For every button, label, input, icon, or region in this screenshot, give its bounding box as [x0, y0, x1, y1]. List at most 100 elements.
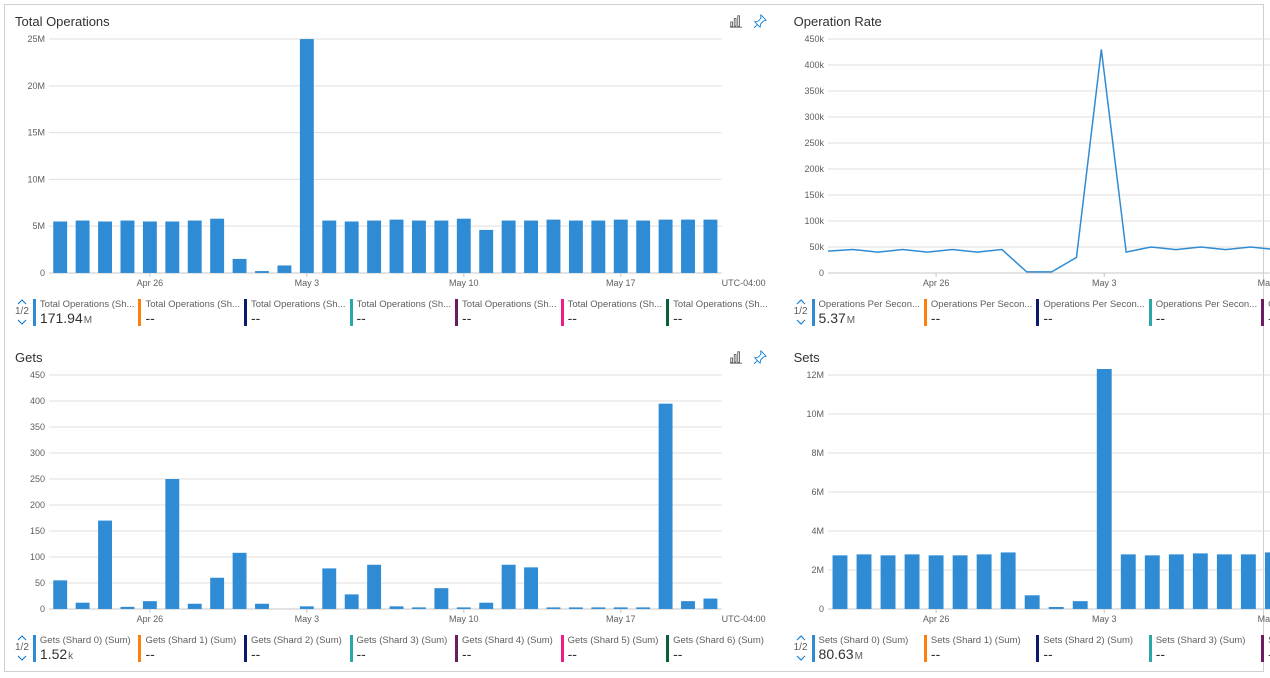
legend-label: Gets (Shard 4) (Sum) [462, 635, 557, 646]
svg-text:50k: 50k [809, 242, 824, 252]
panel-header: Sets [794, 349, 1270, 365]
pin-icon[interactable] [752, 349, 768, 365]
svg-text:UTC-04:00: UTC-04:00 [722, 614, 766, 624]
legend-pager[interactable]: 1/2 [15, 297, 33, 327]
legend-item[interactable]: Gets (Shard 5) (Sum)-- [561, 635, 663, 662]
legend-label: Gets (Shard 6) (Sum) [673, 635, 768, 646]
legend-item[interactable]: Sets (Shard 0) (Sum)80.63M [812, 635, 920, 662]
legend-item[interactable]: Total Operations (Sh...-- [244, 299, 346, 326]
legend-label: Total Operations (Sh... [462, 299, 557, 310]
svg-text:450: 450 [30, 370, 45, 380]
legend-swatch [138, 635, 141, 662]
panel-header: Total Operations [15, 13, 768, 29]
legend-item[interactable]: Operations Per Secon...-- [1036, 299, 1144, 326]
legend-label: Gets (Shard 5) (Sum) [568, 635, 663, 646]
svg-text:May 3: May 3 [1092, 278, 1116, 288]
legend-label: Total Operations (Sh... [40, 299, 135, 310]
legend-pager[interactable]: 1/2 [15, 633, 33, 663]
legend-item[interactable]: Total Operations (Sh...-- [455, 299, 557, 326]
chart-area[interactable]: 02M4M6M8M10M12MApr 26May 3May 10May 17UT… [794, 369, 1270, 627]
legend-swatch [244, 635, 247, 662]
svg-text:0: 0 [40, 604, 45, 614]
legend-label: Total Operations (Sh... [251, 299, 346, 310]
legend-item[interactable]: Sets (Shard 4) (Sum)-- [1261, 635, 1270, 662]
legend-item[interactable]: Total Operations (Sh...-- [561, 299, 663, 326]
legend-value: -- [1156, 310, 1257, 326]
svg-text:300k: 300k [804, 112, 824, 122]
legend-swatch [455, 635, 458, 662]
svg-text:Apr 26: Apr 26 [922, 614, 948, 624]
chart-area[interactable]: 050100150200250300350400450Apr 26May 3Ma… [15, 369, 768, 627]
svg-text:Apr 26: Apr 26 [137, 278, 163, 288]
legend-pager[interactable]: 1/2 [794, 633, 812, 663]
legend-label: Total Operations (Sh... [568, 299, 663, 310]
legend-item[interactable]: Total Operations (Sh...171.94M [33, 299, 135, 326]
svg-text:50: 50 [35, 578, 45, 588]
legend-value: -- [673, 646, 768, 662]
legend-label: Sets (Shard 1) (Sum) [931, 635, 1032, 646]
legend-swatch [924, 635, 927, 662]
legend-item[interactable]: Sets (Shard 3) (Sum)-- [1149, 635, 1257, 662]
legend-swatch [1149, 635, 1152, 662]
legend-item[interactable]: Operations Per Secon...-- [924, 299, 1032, 326]
legend-swatch [138, 299, 141, 326]
svg-text:300: 300 [30, 448, 45, 458]
legend-row: 1/2 Gets (Shard 0) (Sum)1.52kGets (Shard… [15, 627, 768, 663]
panel-title: Total Operations [15, 14, 110, 29]
svg-text:0: 0 [40, 268, 45, 278]
legend-item[interactable]: Gets (Shard 6) (Sum)-- [666, 635, 768, 662]
legend-item[interactable]: Gets (Shard 0) (Sum)1.52k [33, 635, 135, 662]
svg-text:0: 0 [819, 604, 824, 614]
legend-label: Gets (Shard 2) (Sum) [251, 635, 346, 646]
svg-text:350k: 350k [804, 86, 824, 96]
legend-item[interactable]: Operations Per Secon...-- [1261, 299, 1270, 326]
legend-label: Operations Per Secon... [1043, 299, 1144, 310]
svg-text:May 10: May 10 [1257, 278, 1270, 288]
legend-item[interactable]: Gets (Shard 3) (Sum)-- [350, 635, 452, 662]
legend-item[interactable]: Gets (Shard 1) (Sum)-- [138, 635, 240, 662]
svg-text:May 3: May 3 [295, 614, 319, 624]
pin-icon[interactable] [752, 13, 768, 29]
legend-swatch [244, 299, 247, 326]
svg-text:May 3: May 3 [295, 278, 319, 288]
svg-text:Apr 26: Apr 26 [922, 278, 948, 288]
svg-text:May 10: May 10 [449, 614, 478, 624]
legend-item[interactable]: Operations Per Secon...5.37M [812, 299, 920, 326]
legend-value: -- [1043, 646, 1144, 662]
svg-text:200: 200 [30, 500, 45, 510]
legend-value: -- [673, 310, 768, 326]
svg-text:200k: 200k [804, 164, 824, 174]
svg-text:8M: 8M [811, 448, 823, 458]
legend-swatch [1261, 635, 1264, 662]
legend-swatch [1036, 299, 1039, 326]
chart-area[interactable]: 050k100k150k200k250k300k350k400k450kApr … [794, 33, 1270, 291]
legend-label: Sets (Shard 2) (Sum) [1043, 635, 1144, 646]
legend-item[interactable]: Sets (Shard 1) (Sum)-- [924, 635, 1032, 662]
legend-label: Total Operations (Sh... [145, 299, 240, 310]
legend-swatch [350, 299, 353, 326]
panel-operation-rate: Operation Rate 050k100k150k200k250k300k3… [784, 5, 1270, 335]
panel-actions [728, 13, 768, 29]
bar-chart-icon[interactable] [728, 13, 744, 29]
svg-text:250: 250 [30, 474, 45, 484]
svg-text:May 10: May 10 [1257, 614, 1270, 624]
svg-text:350: 350 [30, 422, 45, 432]
legend-item[interactable]: Total Operations (Sh...-- [350, 299, 452, 326]
legend-pager[interactable]: 1/2 [794, 297, 812, 327]
legend-item[interactable]: Total Operations (Sh...-- [666, 299, 768, 326]
legend-item[interactable]: Gets (Shard 4) (Sum)-- [455, 635, 557, 662]
legend-value: 80.63M [819, 646, 920, 662]
legend-item[interactable]: Total Operations (Sh...-- [138, 299, 240, 326]
legend-item[interactable]: Sets (Shard 2) (Sum)-- [1036, 635, 1144, 662]
panel-total-operations: Total Operations 05M10M15M20M25MApr 26Ma… [5, 5, 778, 335]
legend-row: 1/2 Operations Per Secon...5.37MOperatio… [794, 291, 1270, 327]
legend-value: -- [357, 646, 452, 662]
legend-swatch [561, 635, 564, 662]
panel-title: Sets [794, 350, 820, 365]
legend-item[interactable]: Gets (Shard 2) (Sum)-- [244, 635, 346, 662]
legend-swatch [1261, 299, 1264, 326]
legend-item[interactable]: Operations Per Secon...-- [1149, 299, 1257, 326]
bar-chart-icon[interactable] [728, 349, 744, 365]
chart-area[interactable]: 05M10M15M20M25MApr 26May 3May 10May 17UT… [15, 33, 768, 291]
svg-text:4M: 4M [811, 526, 823, 536]
